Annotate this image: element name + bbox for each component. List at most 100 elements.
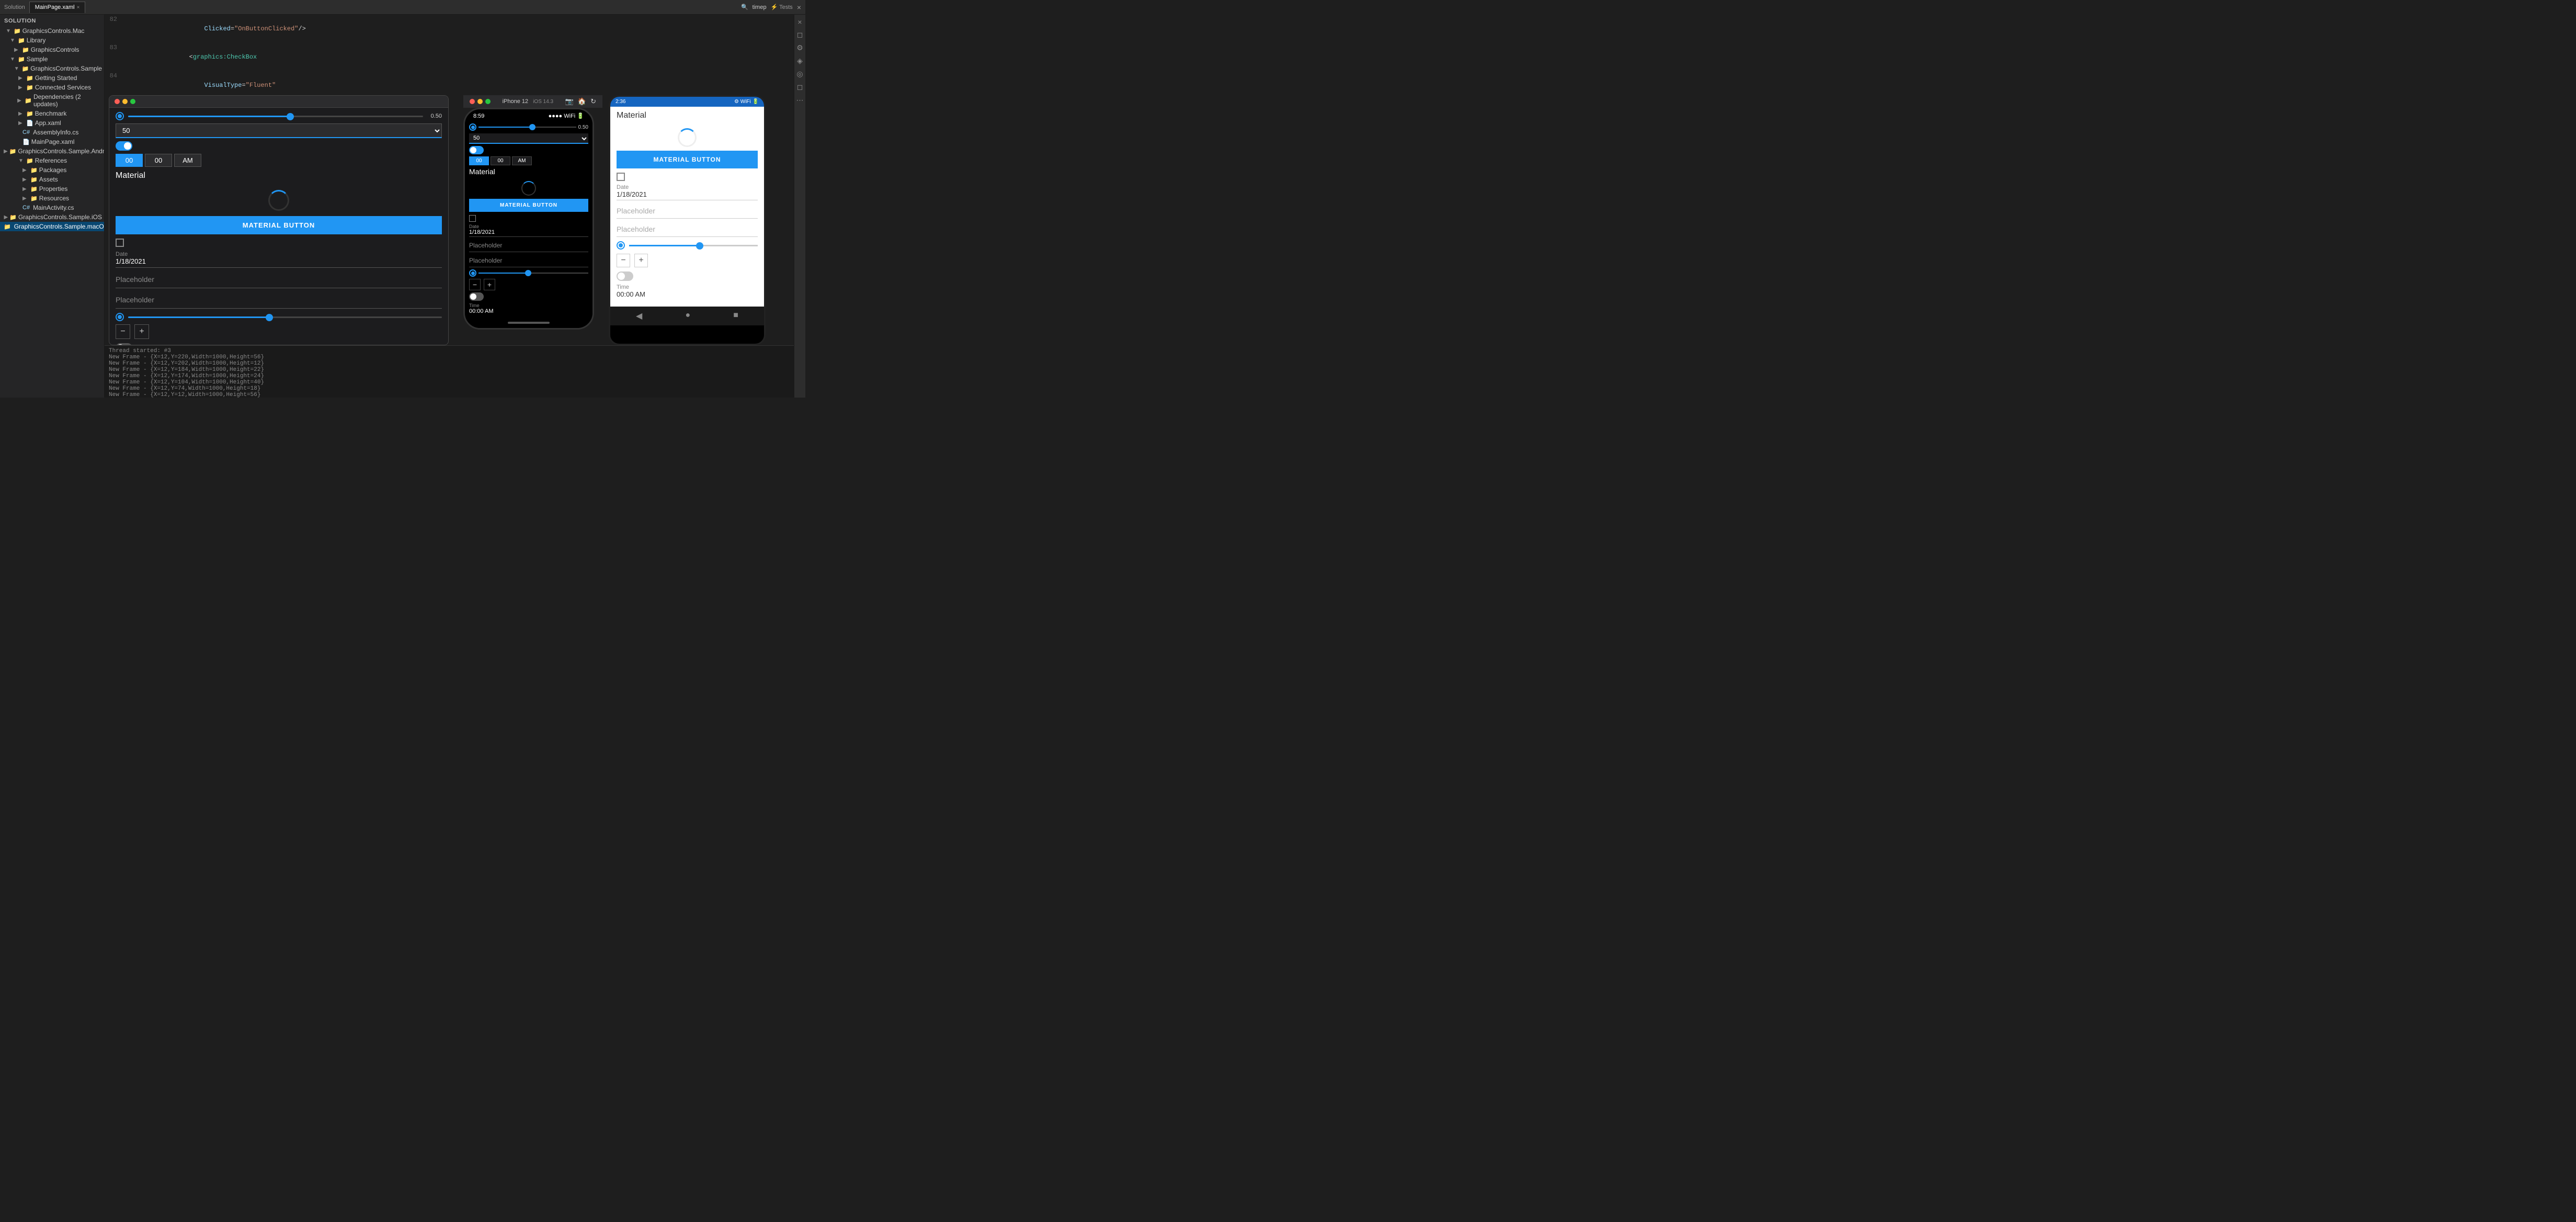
text-input-2[interactable]: Placeholder xyxy=(116,292,442,309)
folder-icon: 📁 xyxy=(4,223,11,230)
tab-mainpage-xaml[interactable]: MainPage.xaml × xyxy=(29,2,86,13)
android-slider-track[interactable] xyxy=(629,245,758,246)
android-recents-icon[interactable]: ■ xyxy=(733,311,738,321)
placeholder-text-2: Placeholder xyxy=(116,296,154,304)
android-radio[interactable] xyxy=(617,241,625,250)
right-icon-3[interactable]: ⚙ xyxy=(796,43,803,52)
iphone-traffic-green[interactable] xyxy=(485,99,491,104)
iphone-traffic-yellow[interactable] xyxy=(477,99,483,104)
sidebar-item-benchmark[interactable]: ▶ 📁 Benchmark xyxy=(0,109,104,118)
sidebar-item-graphics-mac[interactable]: ▼ 📁 GraphicsControls.Mac xyxy=(0,26,104,36)
sidebar-item-assets[interactable]: ▶ 📁 Assets xyxy=(0,175,104,184)
sidebar-item-getting-started[interactable]: ▶ 📁 Getting Started xyxy=(0,73,104,83)
stepper-minus[interactable]: − xyxy=(116,324,130,339)
sidebar-item-resources[interactable]: ▶ 📁 Resources xyxy=(0,194,104,203)
ios-stepper-row: − + xyxy=(469,279,588,290)
stepper-plus[interactable]: + xyxy=(134,324,149,339)
traffic-red[interactable] xyxy=(115,99,120,104)
android-back-icon[interactable]: ◀ xyxy=(636,311,642,321)
radio-button-2[interactable] xyxy=(116,313,124,321)
right-icon-1[interactable]: × xyxy=(797,18,802,26)
right-icon-7[interactable]: ⋯ xyxy=(796,96,804,105)
radio-button-1[interactable] xyxy=(116,112,124,120)
ios-text-input-2[interactable]: Placeholder xyxy=(469,254,588,267)
sidebar-item-assemblyinfo[interactable]: C# AssemblyInfo.cs xyxy=(0,128,104,137)
ios-time-seg-h[interactable]: 00 xyxy=(469,156,489,165)
sidebar-item-mainpage[interactable]: 📄 MainPage.xaml xyxy=(0,137,104,146)
ios-radio[interactable] xyxy=(469,123,476,131)
checkbox[interactable] xyxy=(116,239,124,247)
sidebar-item-references[interactable]: ▼ 📁 References xyxy=(0,156,104,165)
rotate-icon[interactable]: ↻ xyxy=(590,97,596,106)
traffic-green[interactable] xyxy=(130,99,135,104)
slider-track-1[interactable] xyxy=(128,116,423,117)
right-icon-4[interactable]: ◈ xyxy=(797,56,803,65)
time-seg-minutes[interactable]: 00 xyxy=(145,154,172,167)
ios-stepper-plus[interactable]: + xyxy=(484,279,495,290)
right-icon-6[interactable]: ◻ xyxy=(797,83,803,92)
search-icon[interactable]: 🔍 xyxy=(741,4,748,10)
macos-titlebar xyxy=(109,96,448,108)
time-seg-hours[interactable]: 00 xyxy=(116,154,143,167)
android-stepper-plus[interactable]: + xyxy=(634,254,648,267)
traffic-yellow[interactable] xyxy=(122,99,128,104)
slider-track-2[interactable] xyxy=(128,316,442,318)
android-checkbox[interactable] xyxy=(617,173,625,181)
ios-home-bar[interactable] xyxy=(508,322,550,324)
ios-text-input-1[interactable]: Placeholder xyxy=(469,239,588,252)
time-seg-ampm[interactable]: AM xyxy=(174,154,201,167)
sidebar-item-sample[interactable]: ▼ 📁 Sample xyxy=(0,54,104,64)
home-icon[interactable]: 🏠 xyxy=(578,97,586,106)
android-material-button[interactable]: MATERIAL BUTTON xyxy=(617,151,758,168)
android-content: Material MATERIAL BUTTON Date 1/18/2021 xyxy=(610,107,764,307)
slider-row-2 xyxy=(116,313,442,321)
screenshot-icon[interactable]: 📷 xyxy=(565,97,574,106)
ios-time-seg-ap[interactable]: AM xyxy=(512,156,532,165)
sidebar-item-properties[interactable]: ▶ 📁 Properties xyxy=(0,184,104,194)
sidebar-item-sample-project[interactable]: ▼ 📁 GraphicsControls.Sample xyxy=(0,64,104,73)
device-name-label: iPhone 12 iOS 14.3 xyxy=(503,98,554,105)
number-select[interactable]: 50 xyxy=(116,123,442,138)
toggle-switch[interactable] xyxy=(116,141,132,151)
search-text[interactable]: timep xyxy=(753,4,767,10)
android-home-icon[interactable]: ● xyxy=(685,311,690,321)
ios-toggle-2[interactable] xyxy=(469,292,484,301)
sidebar-item-app-xaml[interactable]: ▶ 📄 App.xaml xyxy=(0,118,104,128)
code-line-82: 82 Clicked="OnButtonClicked"/> xyxy=(105,15,794,43)
window-close-icon[interactable]: × xyxy=(797,3,801,12)
ios-toggle[interactable] xyxy=(469,146,484,154)
sidebar-item-dependencies[interactable]: ▶ 📁 Dependencies (2 updates) xyxy=(0,92,104,109)
ios-material-button[interactable]: MATERIAL BUTTON xyxy=(469,199,588,212)
sidebar-item-graphicscontrols[interactable]: ▶ 📁 GraphicsControls xyxy=(0,45,104,54)
ios-checkbox[interactable] xyxy=(469,215,476,222)
ios-select[interactable]: 50 xyxy=(469,133,588,144)
folder-icon: 📁 xyxy=(30,186,38,193)
code-editor[interactable]: 82 Clicked="OnButtonClicked"/> 83 <graph… xyxy=(105,15,794,93)
ios-time-seg-m[interactable]: 00 xyxy=(491,156,510,165)
right-icon-2[interactable]: ◻ xyxy=(797,30,803,39)
sidebar-item-library[interactable]: ▼ 📁 Library xyxy=(0,36,104,45)
android-text-input-2[interactable]: Placeholder xyxy=(617,223,758,237)
android-stepper-minus[interactable]: − xyxy=(617,254,630,267)
android-text-input-1[interactable]: Placeholder xyxy=(617,205,758,219)
ios-slider-track-2[interactable] xyxy=(478,273,588,274)
android-toggle[interactable] xyxy=(617,271,633,281)
sidebar-item-packages[interactable]: ▶ 📁 Packages xyxy=(0,165,104,175)
ios-date-label: Date xyxy=(469,224,588,229)
tab-close-icon[interactable]: × xyxy=(77,5,80,10)
sidebar-item-mainactivity[interactable]: C# MainActivity.cs xyxy=(0,203,104,212)
ios-radio-2[interactable] xyxy=(469,269,476,277)
ios-time-picker: 00 00 AM xyxy=(469,156,588,165)
sidebar-item-connected-services[interactable]: ▶ 📁 Connected Services xyxy=(0,83,104,92)
ios-stepper-minus[interactable]: − xyxy=(469,279,481,290)
slider-value-1: 0.50 xyxy=(427,113,442,119)
material-button[interactable]: MATERIAL BUTTON xyxy=(116,216,442,234)
sidebar-item-android[interactable]: ▶ 📁 GraphicsControls.Sample.Android xyxy=(0,146,104,156)
right-icon-5[interactable]: ◎ xyxy=(796,70,803,78)
ios-slider-track[interactable] xyxy=(478,127,576,128)
sidebar-item-ios[interactable]: ▶ 📁 GraphicsControls.Sample.iOS xyxy=(0,212,104,222)
iphone-traffic-red[interactable] xyxy=(470,99,475,104)
editor-sim-container: 82 Clicked="OnButtonClicked"/> 83 <graph… xyxy=(105,15,794,398)
sidebar-item-macos[interactable]: 📁 GraphicsControls.Sample.macOS xyxy=(0,222,104,231)
text-input-1[interactable]: Placeholder xyxy=(116,272,442,288)
